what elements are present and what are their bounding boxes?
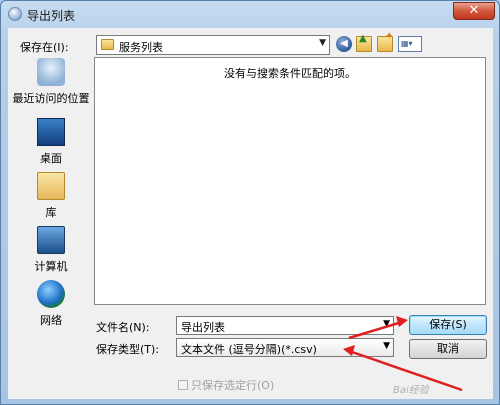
place-desktop[interactable]: 桌面 bbox=[11, 118, 91, 166]
file-name-label: 文件名(N): bbox=[96, 321, 150, 334]
window-title: 导出列表 bbox=[27, 9, 76, 23]
up-folder-icon[interactable] bbox=[356, 33, 372, 52]
place-label: 计算机 bbox=[34, 260, 68, 273]
place-recent[interactable]: 最近访问的位置 bbox=[11, 58, 91, 106]
save-in-label: 保存在(I): bbox=[20, 41, 69, 54]
chevron-down-icon: ▼ bbox=[319, 38, 326, 48]
place-label: 桌面 bbox=[40, 152, 62, 165]
save-selected-only-label: 只保存选定行(O) bbox=[191, 379, 275, 392]
save-type-select[interactable]: 文本文件 (逗号分隔)(*.csv) ▼ bbox=[176, 338, 394, 357]
save-type-value: 文本文件 (逗号分隔)(*.csv) bbox=[181, 343, 317, 356]
export-list-dialog: 导出列表 ✕ 保存在(I): 服务列表 ▼ ◀ ▦▾ 最近访问的位置 桌面 库 bbox=[0, 0, 500, 405]
save-in-dropdown[interactable]: 服务列表 ▼ bbox=[96, 35, 330, 55]
cancel-button[interactable]: 取消 bbox=[409, 339, 487, 359]
title-bar[interactable]: 导出列表 ✕ bbox=[1, 1, 500, 27]
current-folder: 服务列表 bbox=[119, 41, 163, 54]
save-button[interactable]: 保存(S) bbox=[409, 315, 487, 335]
view-menu-icon[interactable]: ▦▾ bbox=[398, 36, 422, 52]
place-network[interactable]: 网络 bbox=[11, 280, 91, 328]
place-label: 最近访问的位置 bbox=[12, 92, 90, 105]
chevron-down-icon[interactable]: ▼ bbox=[383, 341, 390, 351]
place-library[interactable]: 库 bbox=[11, 172, 91, 220]
file-name-value: 导出列表 bbox=[181, 321, 225, 334]
places-bar: 最近访问的位置 桌面 库 计算机 网络 bbox=[11, 58, 91, 393]
place-label: 网络 bbox=[40, 314, 62, 327]
desktop-icon bbox=[37, 118, 65, 146]
checkbox-box bbox=[178, 380, 188, 390]
close-button[interactable]: ✕ bbox=[453, 2, 495, 20]
new-folder-icon[interactable] bbox=[377, 31, 393, 52]
save-type-label: 保存类型(T): bbox=[96, 343, 160, 356]
place-computer[interactable]: 计算机 bbox=[11, 226, 91, 274]
folder-icon bbox=[101, 39, 114, 50]
watermark: Bai经验 bbox=[393, 385, 429, 396]
app-icon bbox=[8, 7, 22, 21]
network-icon bbox=[37, 280, 65, 308]
dialog-client-area: 保存在(I): 服务列表 ▼ ◀ ▦▾ 最近访问的位置 桌面 库 bbox=[8, 28, 493, 399]
file-list[interactable]: 没有与搜索条件匹配的项。 bbox=[94, 57, 486, 305]
file-name-input[interactable]: 导出列表 ▼ bbox=[176, 316, 394, 335]
chevron-down-icon[interactable]: ▼ bbox=[383, 319, 390, 329]
place-label: 库 bbox=[45, 206, 57, 219]
library-icon bbox=[37, 172, 65, 200]
save-selected-only-checkbox: 只保存选定行(O) bbox=[178, 377, 274, 393]
empty-message: 没有与搜索条件匹配的项。 bbox=[224, 67, 356, 80]
back-icon[interactable]: ◀ bbox=[336, 36, 352, 52]
recent-places-icon bbox=[37, 58, 65, 86]
computer-icon bbox=[37, 226, 65, 254]
